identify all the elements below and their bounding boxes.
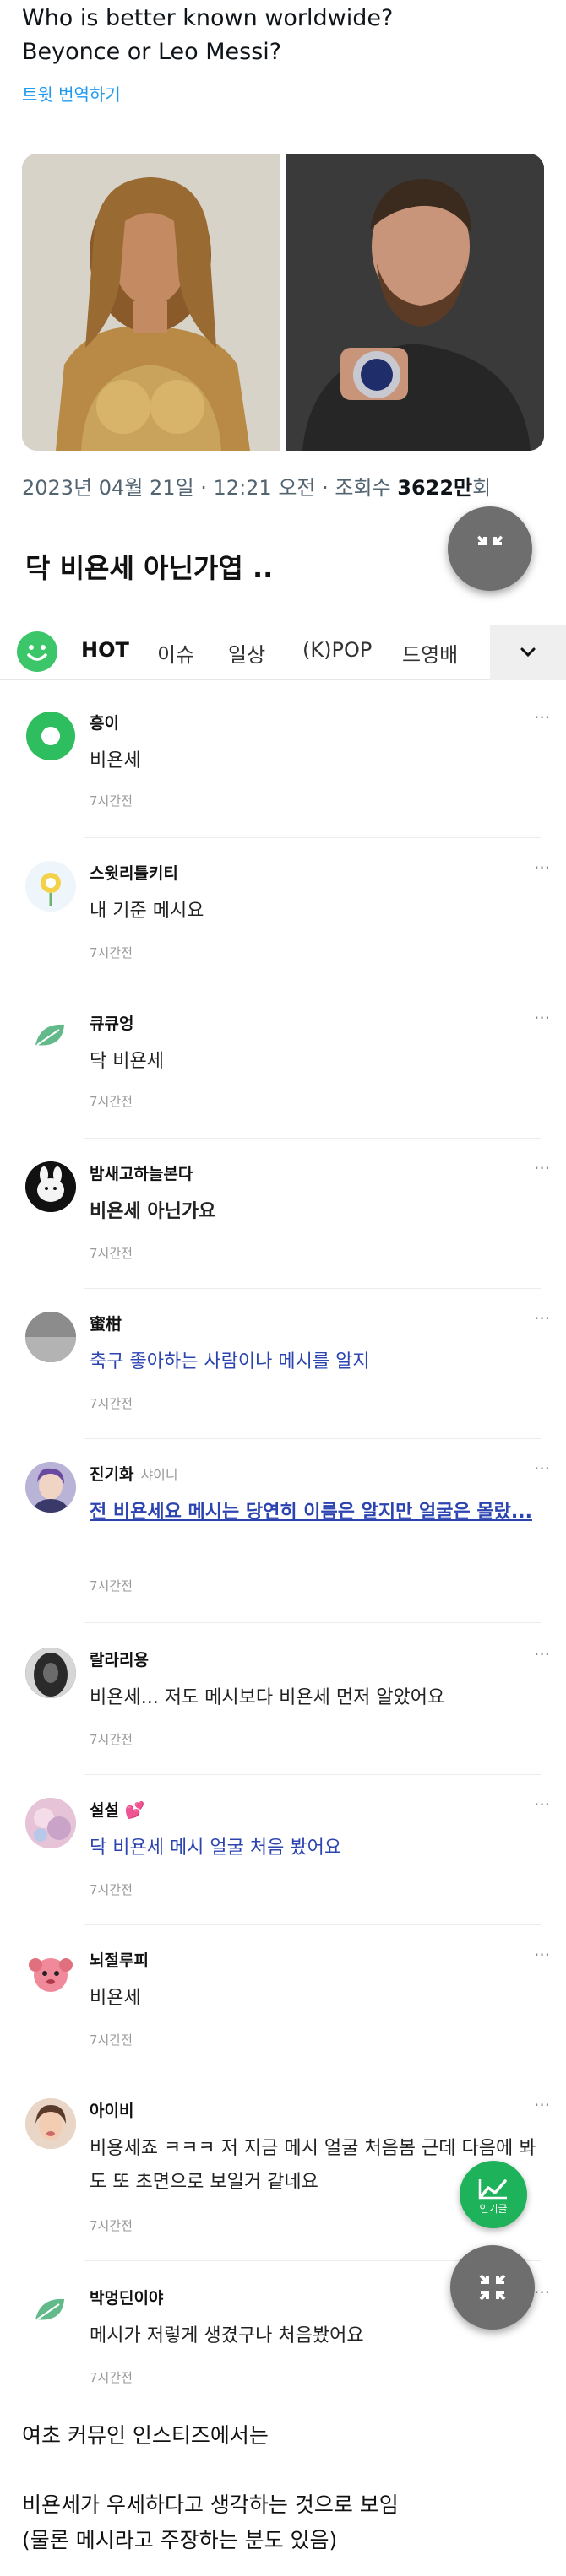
- popular-posts-label: 인기글: [479, 2203, 508, 2215]
- collapse-fab-top[interactable]: [448, 506, 532, 591]
- comment-author[interactable]: 박멍딘이야: [90, 2286, 163, 2308]
- messi-photo[interactable]: [286, 154, 544, 451]
- avatar[interactable]: [25, 1948, 76, 1999]
- comment-time: 7시간전: [90, 1882, 133, 1897]
- tweet-meta: 2023년 04월 21일 · 12:21 오전 · 조회수 3622만회: [22, 471, 491, 501]
- caption-line2: 비욘세가 우세하다고 생각하는 것으로 보임: [22, 2492, 399, 2517]
- divider: [84, 1774, 541, 1775]
- comment-author[interactable]: 아이비: [90, 2098, 133, 2121]
- avatar[interactable]: [25, 1648, 76, 1698]
- smile-logo-icon[interactable]: [17, 631, 57, 672]
- caption-line1: 여초 커뮤인 인스티즈에서는: [22, 2423, 269, 2448]
- beyonce-photo[interactable]: [22, 154, 280, 451]
- more-options-icon[interactable]: ···: [534, 1945, 550, 1965]
- avatar[interactable]: [25, 2098, 76, 2149]
- tab-hot[interactable]: HOT: [81, 638, 129, 662]
- avatar[interactable]: [25, 2286, 76, 2336]
- avatar[interactable]: [25, 1312, 76, 1362]
- comment-time: 7시간전: [90, 2370, 133, 2385]
- comment-time: 7시간전: [90, 793, 133, 809]
- comment-time: 7시간전: [90, 1246, 133, 1261]
- tab-daily[interactable]: 일상: [228, 638, 265, 668]
- tab-issue[interactable]: 이슈: [157, 638, 194, 668]
- divider: [84, 1138, 541, 1139]
- avatar[interactable]: [25, 1011, 76, 1062]
- popular-posts-button[interactable]: 인기글: [460, 2161, 527, 2228]
- tab-more-button[interactable]: [490, 625, 566, 680]
- caption-line3: (물론 메시라고 주장하는 분도 있음): [22, 2528, 338, 2552]
- translate-tweet-link[interactable]: 트윗 번역하기: [22, 81, 121, 106]
- comment-author[interactable]: 설설 💕: [90, 1798, 144, 1821]
- avatar[interactable]: [25, 1161, 76, 1212]
- more-options-icon[interactable]: ···: [534, 1458, 550, 1479]
- tweet-view-suffix: 회: [472, 476, 492, 500]
- avatar[interactable]: [25, 861, 76, 912]
- divider: [84, 1438, 541, 1439]
- tweet-text-line1: Who is better known worldwide?: [22, 5, 394, 31]
- comment-time: 7시간전: [90, 2032, 133, 2048]
- chevron-down-icon: [520, 647, 536, 658]
- comment-text: 비욘세: [90, 1988, 141, 2009]
- more-options-icon[interactable]: ···: [534, 2095, 550, 2115]
- divider: [84, 1622, 541, 1623]
- more-options-icon[interactable]: ···: [534, 1158, 550, 1178]
- more-options-icon[interactable]: ···: [534, 1308, 550, 1329]
- comment-author-name[interactable]: 진기화: [90, 1465, 133, 1484]
- comment-author[interactable]: 랄라리용: [90, 1648, 149, 1670]
- divider: [84, 1924, 541, 1925]
- comment-text: 축구 좋아하는 사람이나 메시를 알지: [90, 1351, 370, 1372]
- comment-author[interactable]: 스윗리틀키티: [90, 861, 178, 884]
- comment-text: 닥 비욘세: [90, 1051, 164, 1072]
- divider: [84, 837, 541, 838]
- tab-drama[interactable]: 드영배: [402, 638, 458, 668]
- comment-time: 7시간전: [90, 1578, 133, 1594]
- more-options-icon[interactable]: ···: [534, 1794, 550, 1815]
- avatar[interactable]: [25, 711, 76, 761]
- trend-chart-icon: [478, 2179, 507, 2200]
- comment-author[interactable]: 흥이: [90, 711, 119, 733]
- tab-kpop[interactable]: (K)POP: [302, 638, 372, 662]
- tweet-text: Who is better known worldwide? Beyonce o…: [22, 2, 546, 69]
- tweet-date-views: 2023년 04월 21일 · 12:21 오전 · 조회수: [22, 476, 398, 500]
- divider: [84, 1288, 541, 1289]
- more-options-icon[interactable]: ···: [534, 1008, 550, 1028]
- comment-time: 7시간전: [90, 1396, 133, 1411]
- post-title: 닥 비욘세 아닌가엽 ..: [25, 552, 274, 584]
- tweet-view-count: 3622만: [397, 476, 473, 500]
- comment-text: 비욘세: [90, 750, 141, 771]
- comment-text: 비욘세... 저도 메시보다 비욘세 먼저 알았어요: [90, 1687, 445, 1708]
- collapse-fab-bottom[interactable]: [450, 2245, 535, 2330]
- more-options-icon[interactable]: ···: [534, 707, 550, 728]
- comment-author[interactable]: 蜜柑: [90, 1312, 122, 1334]
- collapse-icon: [479, 2274, 506, 2301]
- comment-author[interactable]: 큐큐엉: [90, 1011, 133, 1034]
- comment-text: 닥 비욘세 메시 얼굴 처음 봤어요: [90, 1837, 342, 1859]
- comment-text: 전 비욘세요 메시는 당연히 이름은 알지만 얼굴은 몰랐...: [90, 1502, 532, 1523]
- fandom-badge: 샤이니: [140, 1467, 178, 1483]
- comment-time: 7시간전: [90, 945, 133, 961]
- collapse-icon: [476, 535, 503, 545]
- more-options-icon[interactable]: ···: [534, 2282, 550, 2303]
- comment-time: 7시간전: [90, 1094, 133, 1109]
- comment-author[interactable]: 뇌절루피: [90, 1948, 149, 1971]
- comment-time: 7시간전: [90, 2218, 133, 2233]
- more-options-icon[interactable]: ···: [534, 858, 550, 878]
- category-tabbar: HOT 이슈 일상 (K)POP 드영배: [0, 625, 566, 680]
- comment-author[interactable]: 밤새고하늘본다: [90, 1161, 193, 1184]
- avatar[interactable]: [25, 1462, 76, 1513]
- tweet-text-line2: Beyonce or Leo Messi?: [22, 39, 282, 65]
- comment-author[interactable]: 진기화 샤이니: [90, 1462, 178, 1485]
- comment-time: 7시간전: [90, 1732, 133, 1747]
- comment-text: 비욘세 아닌가요: [90, 1201, 216, 1222]
- avatar[interactable]: [25, 1798, 76, 1848]
- comment-text: 내 기준 메시요: [90, 901, 204, 922]
- more-options-icon[interactable]: ···: [534, 1644, 550, 1664]
